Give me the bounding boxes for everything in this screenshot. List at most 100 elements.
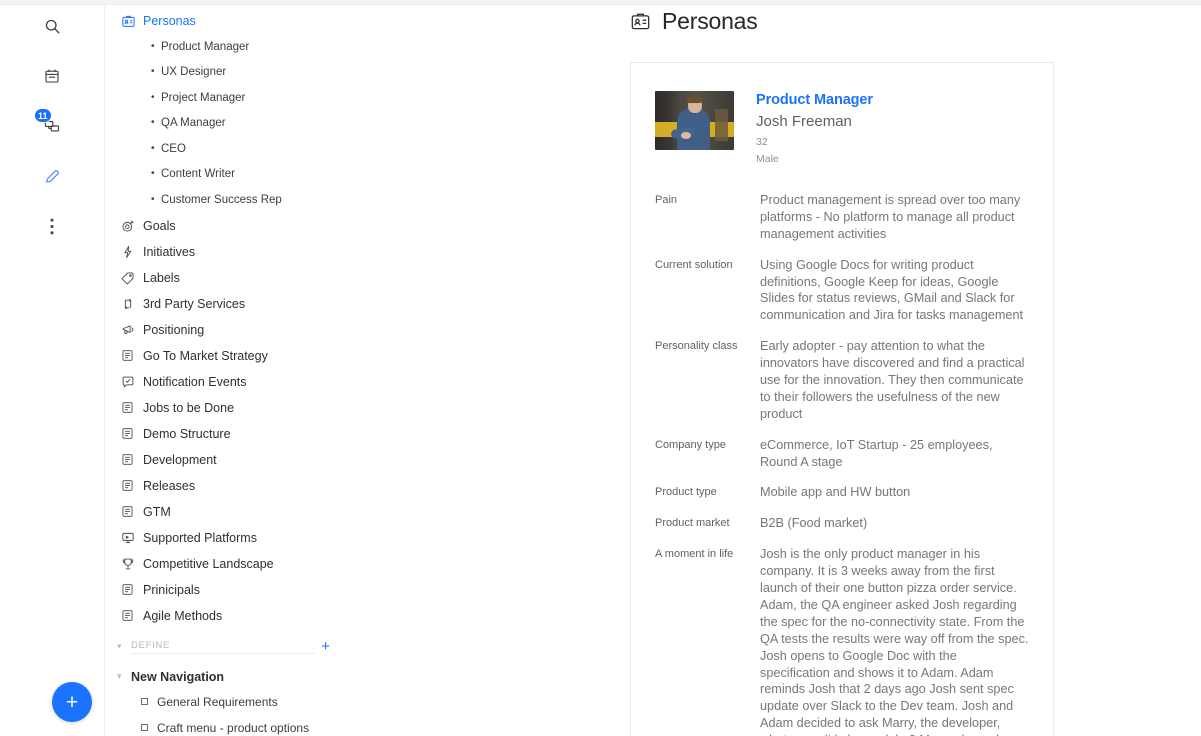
sidebar-item-positioning[interactable]: Positioning <box>105 317 346 343</box>
sidebar-subitem-label: CEO <box>161 142 186 155</box>
bullet-icon: • <box>151 117 155 129</box>
add-define-button[interactable]: + <box>321 639 330 654</box>
sidebar-subitem-product-manager[interactable]: • Product Manager <box>105 34 346 60</box>
detail-value: Using Google Docs for writing product de… <box>760 257 1024 323</box>
bullet-icon: • <box>151 142 155 154</box>
sidebar-subitem-label: Project Manager <box>161 91 246 104</box>
sidebar-item-initiatives[interactable]: Initiatives <box>105 239 346 265</box>
sidebar-item-demo-structure[interactable]: Demo Structure <box>105 421 346 447</box>
sidebar-item-gtm[interactable]: GTM <box>105 499 346 525</box>
detail-label: A moment in life <box>655 548 734 561</box>
target-icon <box>121 219 143 233</box>
detail-row-pain: Pain Product management is spread over t… <box>655 192 1029 243</box>
sidebar-subitem-qa-manager[interactable]: • QA Manager <box>105 111 346 137</box>
sidebar-item-label: Go To Market Strategy <box>143 348 268 363</box>
sidebar-item-notification-events[interactable]: Notification Events <box>105 369 346 395</box>
section-header-new-navigation[interactable]: ▾ New Navigation <box>105 665 346 689</box>
notifications-icon[interactable]: 11 <box>32 106 72 146</box>
sidebar-subitem-ceo[interactable]: • CEO <box>105 136 346 162</box>
icon-rail: 11 + <box>0 0 104 736</box>
detail-row-personality-class: Personality class Early adopter - pay at… <box>655 338 1029 422</box>
lightning-icon <box>121 245 143 259</box>
sidebar-item-label: Development <box>143 452 217 467</box>
add-button[interactable]: + <box>52 682 92 722</box>
sidebar-item-development[interactable]: Development <box>105 447 346 473</box>
document-icon <box>121 583 143 596</box>
detail-label: Company type <box>655 438 726 451</box>
document-icon <box>121 505 143 518</box>
persona-detail-rows: Pain Product management is spread over t… <box>655 192 1029 736</box>
window-top-strip <box>0 0 1201 5</box>
persona-identity: Product Manager Josh Freeman 32 Male <box>756 91 873 165</box>
document-icon <box>121 427 143 440</box>
sidebar-item-goals[interactable]: Goals <box>105 213 346 239</box>
main-content: Personas Product Manager Josh Freeman 32… <box>346 0 1201 736</box>
sidebar-subitem-label: Craft menu - product options <box>157 720 310 735</box>
detail-value: Early adopter - pay attention to what th… <box>760 339 1025 421</box>
calendar-icon[interactable] <box>32 56 72 96</box>
chevron-down-icon: ▾ <box>117 671 122 681</box>
edit-icon[interactable] <box>32 156 72 196</box>
section-label: New Navigation <box>131 669 225 684</box>
sidebar-subitem-general-requirements[interactable]: General Requirements <box>105 689 346 715</box>
sidebar-item-agile-methods[interactable]: Agile Methods <box>105 603 346 629</box>
search-icon[interactable] <box>32 6 72 46</box>
sidebar-item-3rd-party-services[interactable]: 3rd Party Services <box>105 291 346 317</box>
document-icon <box>121 479 143 492</box>
sidebar-subitem-label: Content Writer <box>161 168 235 181</box>
sidebar-item-personas[interactable]: Personas <box>105 8 346 34</box>
more-icon[interactable] <box>32 206 72 246</box>
sidebar-item-label: Notification Events <box>143 374 247 389</box>
sidebar-item-label: Demo Structure <box>143 426 231 441</box>
persona-age: 32 <box>756 136 768 148</box>
detail-label: Personality class <box>655 340 738 353</box>
sidebar-subitem-label: UX Designer <box>161 66 227 79</box>
sidebar-subitem-customer-success-rep[interactable]: • Customer Success Rep <box>105 187 346 213</box>
document-icon <box>121 349 143 362</box>
sidebar-subitem-project-manager[interactable]: • Project Manager <box>105 85 346 111</box>
tag-icon <box>121 271 143 285</box>
sidebar-item-competitive-landscape[interactable]: Competitive Landscape <box>105 551 346 577</box>
sidebar-subitem-craft-menu[interactable]: Craft menu - product options <box>105 715 346 736</box>
app-root: 11 + Personas • Product Manager • UX Des… <box>0 0 1201 736</box>
square-bullet-icon <box>141 698 148 705</box>
sidebar-subitem-ux-designer[interactable]: • UX Designer <box>105 60 346 86</box>
sidebar-nav: Personas • Product Manager • UX Designer… <box>104 0 346 736</box>
sidebar-item-label: Goals <box>143 218 176 233</box>
detail-value: Product management is spread over too ma… <box>760 193 1021 241</box>
detail-value: Mobile app and HW button <box>760 485 911 500</box>
persona-name: Josh Freeman <box>756 113 852 130</box>
detail-label: Pain <box>655 194 678 206</box>
persona-photo <box>655 91 734 150</box>
sidebar-item-prinicipals[interactable]: Prinicipals <box>105 577 346 603</box>
sync-icon <box>121 297 143 311</box>
square-bullet-icon <box>141 724 148 731</box>
detail-row-product-market: Product market B2B (Food market) <box>655 515 1029 532</box>
section-header-define[interactable]: ▾ DEFINE + <box>105 635 346 659</box>
persona-header: Product Manager Josh Freeman 32 Male <box>655 91 1029 165</box>
detail-label: Product market <box>655 517 730 530</box>
detail-value: eCommerce, IoT Startup - 25 employees, R… <box>760 437 993 469</box>
sidebar-subitem-content-writer[interactable]: • Content Writer <box>105 162 346 188</box>
sidebar-item-labels[interactable]: Labels <box>105 265 346 291</box>
sidebar-item-releases[interactable]: Releases <box>105 473 346 499</box>
page-header: Personas <box>346 0 1201 35</box>
sidebar-subitem-label: Product Manager <box>161 40 250 53</box>
document-icon <box>121 453 143 466</box>
persona-role[interactable]: Product Manager <box>756 92 873 108</box>
bullet-icon: • <box>151 91 155 103</box>
sidebar-item-label: Prinicipals <box>143 582 200 597</box>
sidebar-item-go-to-market-strategy[interactable]: Go To Market Strategy <box>105 343 346 369</box>
sidebar-item-jobs-to-be-done[interactable]: Jobs to be Done <box>105 395 346 421</box>
persona-card: Product Manager Josh Freeman 32 Male Pai… <box>630 62 1054 736</box>
sidebar-subitem-label: General Requirements <box>157 694 278 709</box>
detail-row-current-solution: Current solution Using Google Docs for w… <box>655 257 1029 325</box>
sidebar-item-supported-platforms[interactable]: Supported Platforms <box>105 525 346 551</box>
bullet-icon: • <box>151 66 155 78</box>
bullet-icon: • <box>151 40 155 52</box>
bell-check-icon <box>121 375 143 389</box>
document-icon <box>121 401 143 414</box>
sidebar-subitem-label: Customer Success Rep <box>161 193 282 206</box>
persona-card-icon <box>121 14 143 29</box>
document-icon <box>121 609 143 622</box>
